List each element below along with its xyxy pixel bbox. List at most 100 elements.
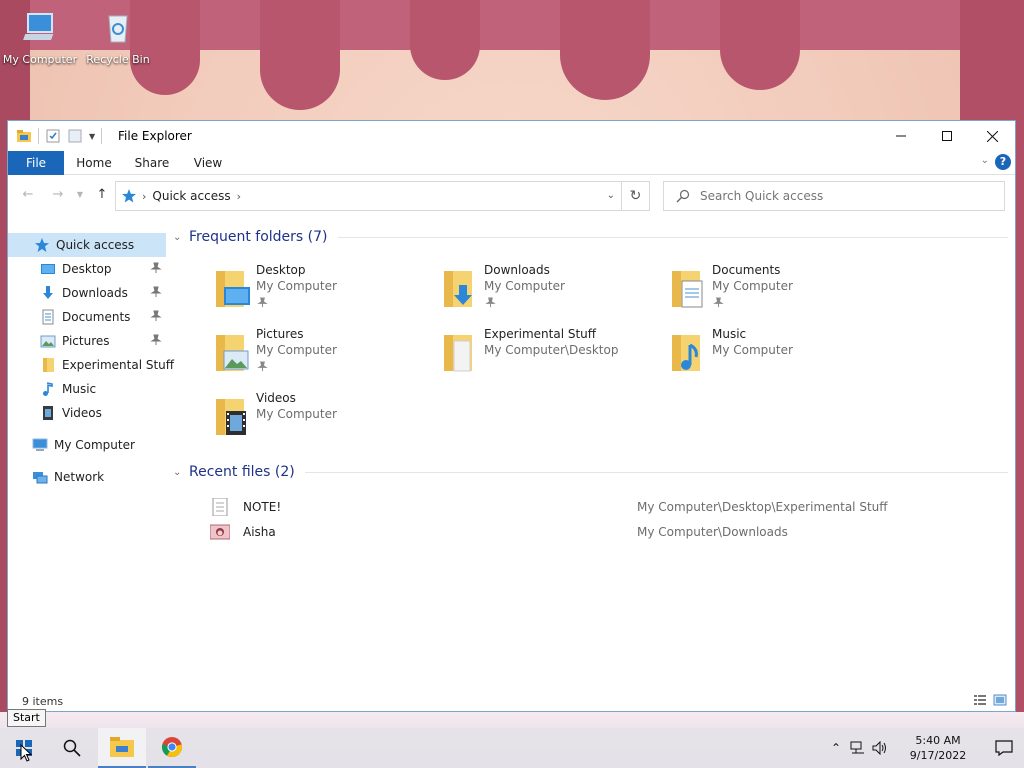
recent-file-name: NOTE! [243, 500, 282, 514]
pin-icon [150, 334, 162, 345]
pin-icon [150, 286, 162, 297]
network-icon [33, 472, 48, 484]
new-folder-icon[interactable] [67, 128, 83, 144]
close-icon [987, 130, 998, 142]
taskbar-file-explorer[interactable] [98, 728, 146, 768]
recent-locations-button[interactable]: ▼ [70, 185, 90, 205]
documents-icon [42, 309, 54, 325]
help-icon[interactable]: ? [995, 154, 1011, 170]
sidebar-item-experimental-stuff[interactable]: Experimental Stuff [8, 353, 174, 377]
address-location[interactable]: Quick access [152, 189, 230, 203]
folder-name: Videos [256, 391, 296, 405]
chevron-down-icon[interactable]: ⌄ [173, 232, 189, 243]
taskbar-clock[interactable]: 5:40 AM 9/17/2022 [898, 733, 978, 763]
desktop-icon-my-computer[interactable]: My Computer [0, 10, 80, 66]
sidebar-item-network[interactable]: Network [8, 465, 166, 489]
desktop-folder-icon [216, 271, 250, 307]
frequent-folders-header[interactable]: ⌄ Frequent folders (7) [173, 227, 1008, 247]
recent-file-row[interactable]: Aisha My Computer\Downloads [173, 520, 1008, 544]
volume-icon[interactable] [870, 738, 890, 758]
chevron-right-icon[interactable]: › [237, 190, 241, 203]
file-explorer-window: ▼ File Explorer File Home Share View ⌄ ?… [7, 120, 1016, 712]
mouse-cursor-icon [20, 744, 32, 762]
search-input[interactable] [700, 189, 980, 203]
folder-tile-videos[interactable]: Videos My Computer [173, 389, 398, 449]
sidebar-item-pictures[interactable]: Pictures [8, 329, 166, 353]
downloads-folder-icon [444, 271, 472, 307]
tab-file[interactable]: File [8, 151, 64, 175]
action-center-button[interactable] [984, 728, 1024, 768]
sidebar-item-quick-access[interactable]: Quick access [8, 233, 166, 257]
up-button[interactable]: ↑ [92, 185, 112, 205]
quick-access-star-icon [122, 189, 136, 203]
view-switcher [973, 693, 1007, 707]
sidebar-item-label: Pictures [62, 334, 110, 348]
tab-home[interactable]: Home [72, 151, 116, 175]
recent-files-header[interactable]: ⌄ Recent files (2) [173, 462, 1008, 482]
folder-tile-experimental-stuff[interactable]: Experimental Stuff My Computer\Desktop [401, 325, 626, 385]
customize-toolbar-chevron-icon[interactable]: ▼ [89, 132, 95, 141]
sidebar-item-my-computer[interactable]: My Computer [8, 433, 166, 457]
close-button[interactable] [970, 121, 1015, 151]
videos-icon [43, 406, 53, 420]
taskbar-search-button[interactable] [48, 728, 96, 768]
sidebar-item-documents[interactable]: Documents [8, 305, 166, 329]
folder-tile-music[interactable]: Music My Computer [629, 325, 854, 385]
sidebar-item-label: Videos [62, 406, 102, 420]
music-folder-icon [672, 335, 700, 371]
expand-ribbon-chevron-icon[interactable]: ⌄ [981, 155, 989, 166]
taskbar-chrome[interactable] [148, 728, 196, 768]
sidebar-item-desktop[interactable]: Desktop [8, 257, 166, 281]
window-title: File Explorer [118, 129, 192, 143]
pin-icon [150, 262, 162, 273]
pin-icon [713, 297, 724, 308]
computer-icon [23, 13, 54, 40]
chevron-up-icon[interactable]: ⌃ [826, 738, 846, 758]
recent-file-row[interactable]: NOTE! My Computer\Desktop\Experimental S… [173, 495, 1008, 519]
recent-file-name: Aisha [243, 525, 276, 539]
chevron-right-icon[interactable]: › [142, 190, 146, 203]
folder-location: My Computer [256, 343, 337, 357]
address-bar[interactable]: › Quick access › ⌄ ↻ [115, 181, 650, 211]
tab-view[interactable]: View [188, 151, 228, 175]
back-button[interactable]: ← [18, 185, 38, 205]
clock-date: 9/17/2022 [909, 749, 967, 762]
maximize-button[interactable] [924, 121, 969, 151]
sidebar-item-videos[interactable]: Videos [8, 401, 166, 425]
sidebar-item-label: Network [54, 470, 105, 484]
chevron-down-icon[interactable]: ⌄ [173, 467, 189, 478]
sidebar-item-downloads[interactable]: Downloads [8, 281, 166, 305]
recent-file-path: My Computer\Downloads [637, 525, 788, 539]
folder-location: My Computer\Desktop [484, 343, 619, 357]
sidebar-item-music[interactable]: Music [8, 377, 166, 401]
minimize-button[interactable] [878, 121, 923, 151]
folder-location: My Computer [256, 407, 337, 421]
address-history-chevron-icon[interactable]: ⌄ [607, 190, 615, 201]
explorer-folder-icon [17, 130, 31, 142]
navigation-bar: ← → ▼ ↑ › Quick access › ⌄ ↻ [8, 179, 1015, 211]
sidebar-item-label: Music [62, 382, 97, 396]
folder-location: My Computer [484, 279, 565, 293]
details-view-icon[interactable] [973, 693, 987, 707]
folder-tile-desktop[interactable]: Desktop My Computer [173, 261, 398, 321]
network-icon[interactable] [848, 738, 868, 758]
refresh-button[interactable]: ↻ [621, 182, 649, 210]
large-icons-view-icon[interactable] [993, 693, 1007, 707]
system-tray: ⌃ 5:40 AM 9/17/2022 [826, 728, 1024, 768]
forward-button[interactable]: → [48, 185, 68, 205]
folder-name: Pictures [256, 327, 304, 341]
pin-icon [257, 297, 268, 308]
folder-tile-downloads[interactable]: Downloads My Computer [401, 261, 626, 321]
folder-tile-documents[interactable]: Documents My Computer [629, 261, 854, 321]
folder-location: My Computer [712, 279, 793, 293]
search-box[interactable] [663, 181, 1005, 211]
folder-tile-pictures[interactable]: Pictures My Computer [173, 325, 398, 385]
music-icon [43, 382, 53, 396]
desktop-icon-recycle-bin[interactable]: Recycle Bin [78, 10, 158, 66]
properties-icon[interactable] [45, 128, 61, 144]
title-bar[interactable]: ▼ File Explorer [8, 121, 1015, 151]
tab-share[interactable]: Share [130, 151, 174, 175]
search-icon [63, 739, 81, 757]
downloads-icon [43, 286, 53, 299]
status-item-count: 9 items [22, 695, 64, 708]
